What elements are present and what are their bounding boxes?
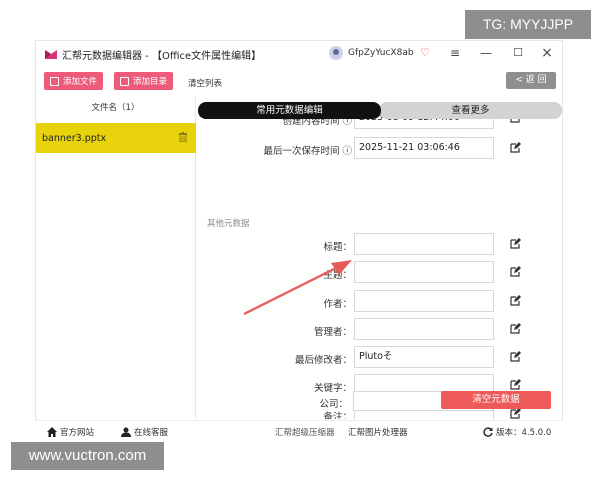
- file-list-header: 文件名（1）: [91, 103, 140, 113]
- version-label: 版本：4.5.0.0: [496, 428, 552, 438]
- add-folder-label: 添加目录: [133, 77, 168, 87]
- file-list-item[interactable]: banner3.pptx: [36, 123, 196, 153]
- minimize-button[interactable]: —: [478, 45, 494, 61]
- website-label: 官方网站: [60, 428, 95, 438]
- image-tool-link[interactable]: 汇帮图片处理器: [348, 426, 408, 438]
- author-field[interactable]: [354, 290, 494, 312]
- clear-list-button[interactable]: 清空列表: [188, 77, 222, 89]
- section-other-metadata: 其他元数据: [207, 219, 250, 229]
- version-info: 版本：4.5.0.0: [483, 426, 551, 438]
- toolbar: 添加文件 添加目录 清空列表: [36, 69, 564, 95]
- edit-icon[interactable]: [510, 295, 521, 306]
- manager-row: 管理者：: [196, 318, 564, 342]
- file-list-panel: 文件名（1） banner3.pptx: [36, 97, 196, 419]
- watermark-top: TG: MYYJJPP: [465, 10, 591, 39]
- service-link[interactable]: 在线客服: [121, 426, 168, 438]
- back-button[interactable]: < 返 回: [506, 72, 556, 89]
- title-row: 标题：: [196, 233, 564, 257]
- saved-time-row: 最后一次保存时间 ⓘ 2025-11-21 03:06:46: [196, 137, 564, 161]
- menu-icon[interactable]: ≡: [447, 45, 463, 61]
- website-link[interactable]: 官方网站: [47, 426, 94, 438]
- service-label: 在线客服: [134, 428, 169, 438]
- avatar: [329, 46, 343, 60]
- window-title: 汇帮元数据编辑器 - 【Office文件属性编辑】: [62, 50, 262, 62]
- app-window: 汇帮元数据编辑器 - 【Office文件属性编辑】 GfpZyYucX8ab ♡…: [35, 40, 563, 442]
- screenshot: TG: MYYJJPP 汇帮元数据编辑器 - 【Office文件属性编辑】 Gf…: [0, 0, 600, 480]
- author-row: 作者：: [196, 290, 564, 314]
- add-file-button[interactable]: 添加文件: [44, 72, 104, 90]
- clear-metadata-button[interactable]: 清空元数据: [441, 391, 551, 409]
- subject-row: 主题：: [196, 261, 564, 285]
- saved-time-field[interactable]: 2025-11-21 03:06:46: [354, 137, 494, 159]
- subject-label: 主题：: [323, 270, 352, 281]
- trash-icon[interactable]: [179, 132, 187, 142]
- add-folder-button[interactable]: 添加目录: [114, 72, 174, 90]
- manager-field[interactable]: [354, 318, 494, 340]
- tab-common-metadata[interactable]: 常用元数据编辑: [198, 102, 381, 119]
- home-icon: [47, 427, 57, 437]
- subject-field[interactable]: [354, 261, 494, 283]
- username: GfpZyYucX8ab: [348, 48, 414, 58]
- edit-icon[interactable]: [510, 238, 521, 249]
- user-account[interactable]: GfpZyYucX8ab: [329, 46, 414, 60]
- compressor-link[interactable]: 汇帮超级压缩器: [275, 426, 335, 438]
- edit-icon[interactable]: [510, 379, 521, 390]
- status-bar: 官方网站 在线客服 汇帮超级压缩器 汇帮图片处理器 版本：4.5.0.0: [35, 420, 563, 442]
- company-label: 公司：: [319, 399, 348, 410]
- edit-icon[interactable]: [510, 351, 521, 362]
- saved-time-label: 最后一次保存时间 ⓘ: [263, 146, 352, 157]
- metadata-panel: 创建内容时间 ⓘ 2025-08-09 12:44:00 常用元数据编辑 查看更…: [196, 97, 564, 419]
- customer-service-icon: [121, 427, 131, 437]
- app-logo-icon: [45, 49, 57, 59]
- refresh-icon[interactable]: [483, 427, 493, 437]
- close-button[interactable]: ×: [539, 45, 555, 61]
- file-icon: [50, 76, 59, 86]
- company-row: 公司： 清空元数据: [195, 391, 563, 415]
- last-modifier-label: 最后修改者：: [294, 355, 352, 366]
- last-modifier-row: 最后修改者： Plutoそ: [196, 346, 564, 370]
- folder-icon: [120, 76, 129, 86]
- last-modifier-field[interactable]: Plutoそ: [354, 346, 494, 368]
- watermark-bottom: www.vuctron.com: [11, 442, 164, 470]
- author-label: 作者：: [323, 299, 352, 310]
- edit-icon[interactable]: [510, 266, 521, 277]
- title-label: 标题：: [323, 242, 352, 253]
- manager-label: 管理者：: [313, 327, 352, 338]
- vip-heart-icon[interactable]: ♡: [420, 46, 430, 59]
- add-file-label: 添加文件: [63, 77, 98, 87]
- file-name: banner3.pptx: [42, 132, 107, 144]
- edit-icon[interactable]: [510, 323, 521, 334]
- edit-icon[interactable]: [510, 142, 521, 153]
- title-field[interactable]: [354, 233, 494, 255]
- tab-view-more[interactable]: 查看更多: [379, 102, 562, 119]
- maximize-button[interactable]: ☐: [510, 45, 526, 61]
